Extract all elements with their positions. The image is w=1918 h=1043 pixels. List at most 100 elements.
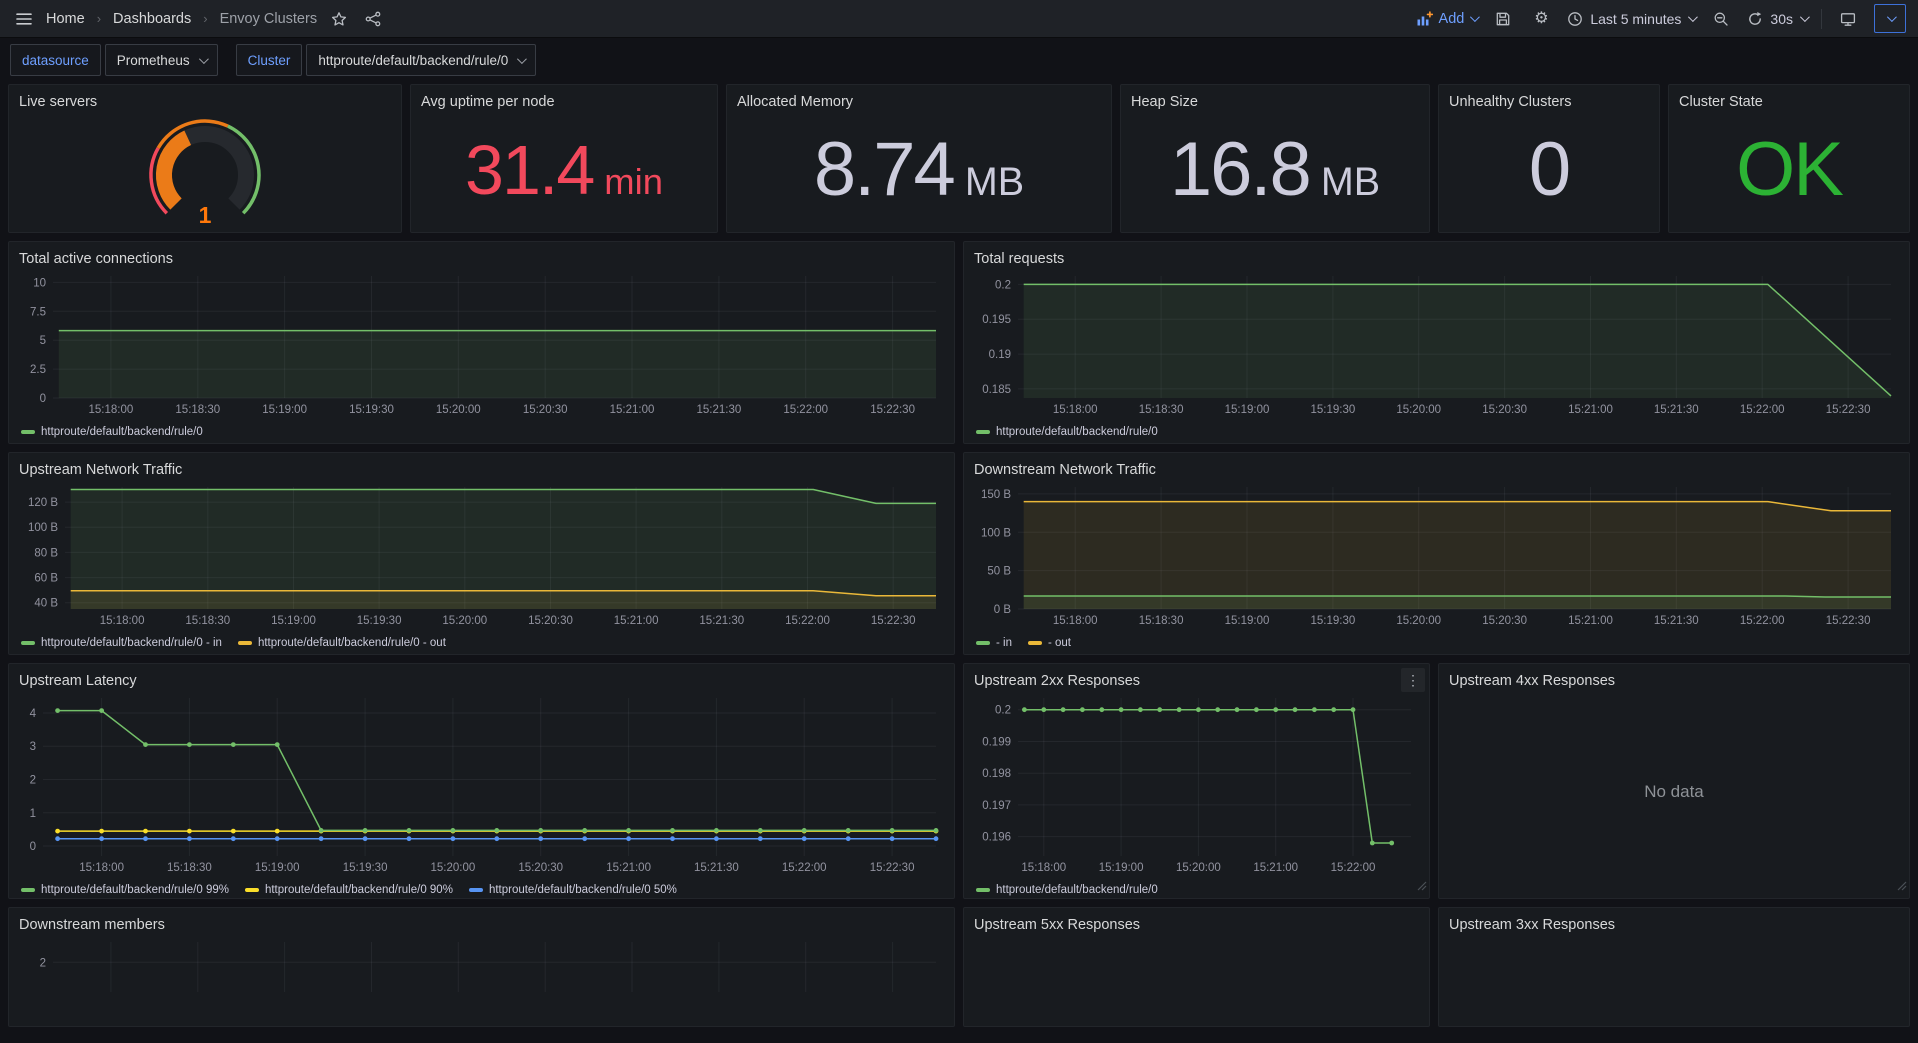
legend-item[interactable]: - in <box>976 637 1012 649</box>
chart-legend: - in - out <box>974 634 1899 649</box>
save-dashboard-icon[interactable] <box>1491 7 1515 31</box>
panel-title[interactable]: Upstream 5xx Responses <box>974 914 1419 936</box>
cluster-variable: Cluster httproute/default/backend/rule/0 <box>236 44 537 76</box>
svg-text:15:19:30: 15:19:30 <box>343 862 388 874</box>
panel-title[interactable]: Cluster State <box>1679 91 1899 113</box>
cluster-label: Cluster <box>236 44 303 76</box>
panel-title[interactable]: Heap Size <box>1131 91 1419 113</box>
svg-text:15:22:30: 15:22:30 <box>871 615 916 627</box>
stat-value: 31.4min <box>465 135 663 205</box>
svg-text:15:21:30: 15:21:30 <box>1654 404 1699 416</box>
dashboard-settings-gear-icon[interactable]: ⚙ <box>1529 7 1553 31</box>
legend-item[interactable]: httproute/default/backend/rule/0 99% <box>21 884 229 896</box>
svg-text:15:18:30: 15:18:30 <box>1139 404 1184 416</box>
time-series-chart[interactable]: 15:18:0015:18:3015:19:0015:19:3015:20:00… <box>19 481 944 634</box>
time-series-chart[interactable]: 15:18:0015:19:0015:20:0015:21:0015:22:00… <box>974 692 1419 881</box>
svg-text:2: 2 <box>30 775 36 787</box>
breadcrumb-separator: › <box>203 11 207 26</box>
chevron-down-icon <box>1886 12 1896 22</box>
svg-text:80 B: 80 B <box>34 547 58 559</box>
filter-bar: datasource Prometheus Cluster httproute/… <box>0 38 1918 76</box>
kiosk-mode-monitor-icon[interactable] <box>1836 7 1860 31</box>
svg-text:15:18:00: 15:18:00 <box>1053 615 1098 627</box>
svg-text:15:19:00: 15:19:00 <box>1225 404 1270 416</box>
add-visualization-icon <box>1416 11 1433 27</box>
svg-text:15:20:30: 15:20:30 <box>518 862 563 874</box>
panel-title[interactable]: Upstream Latency <box>19 670 944 692</box>
favorite-star-icon[interactable] <box>327 7 351 31</box>
panel-title[interactable]: Upstream 2xx Responses <box>974 670 1419 692</box>
panel-menu-kebab-icon[interactable]: ⋮ <box>1401 668 1425 692</box>
svg-text:0.185: 0.185 <box>982 384 1011 396</box>
time-series-chart[interactable]: 15:18:0015:18:3015:19:0015:19:3015:20:00… <box>974 481 1899 634</box>
svg-text:15:20:30: 15:20:30 <box>1482 404 1527 416</box>
time-series-chart[interactable]: 15:18:0015:18:3015:19:0015:19:3015:20:00… <box>19 692 944 881</box>
svg-text:15:21:30: 15:21:30 <box>697 404 742 416</box>
breadcrumb-dashboards[interactable]: Dashboards <box>113 11 191 27</box>
legend-item[interactable]: httproute/default/backend/rule/0 - in <box>21 637 222 649</box>
share-icon[interactable] <box>361 7 385 31</box>
svg-text:15:19:00: 15:19:00 <box>262 404 307 416</box>
legend-item[interactable]: httproute/default/backend/rule/0 50% <box>469 884 677 896</box>
chart-legend: httproute/default/backend/rule/0 <box>974 423 1899 438</box>
panel-resize-handle[interactable] <box>1897 878 1907 896</box>
panel-title[interactable]: Upstream 4xx Responses <box>1449 670 1899 692</box>
datasource-select[interactable]: Prometheus <box>105 44 218 76</box>
svg-text:120 B: 120 B <box>28 497 58 509</box>
svg-text:15:18:30: 15:18:30 <box>1139 615 1184 627</box>
panel-cluster-state: Cluster State OK <box>1668 84 1910 233</box>
menu-icon[interactable] <box>12 7 36 31</box>
panel-upstream-network-traffic: Upstream Network Traffic 15:18:0015:18:3… <box>8 452 955 655</box>
cluster-select[interactable]: httproute/default/backend/rule/0 <box>306 44 536 76</box>
svg-text:7.5: 7.5 <box>30 306 46 318</box>
panel-title[interactable]: Allocated Memory <box>737 91 1101 113</box>
refresh-picker[interactable]: 30s <box>1747 11 1807 27</box>
panel-title[interactable]: Total requests <box>974 248 1899 270</box>
chart-legend: httproute/default/backend/rule/0 <box>19 423 944 438</box>
datasource-variable: datasource Prometheus <box>10 44 218 76</box>
chevron-down-icon <box>1688 12 1698 22</box>
panel-title[interactable]: Avg uptime per node <box>421 91 707 113</box>
panel-title[interactable]: Upstream 3xx Responses <box>1449 914 1899 936</box>
svg-text:15:19:00: 15:19:00 <box>1099 862 1144 874</box>
panel-title[interactable]: Total active connections <box>19 248 944 270</box>
svg-text:15:22:00: 15:22:00 <box>782 862 827 874</box>
svg-text:15:22:30: 15:22:30 <box>1826 404 1871 416</box>
panel-total-requests: Total requests 15:18:0015:18:3015:19:001… <box>963 241 1910 444</box>
legend-item[interactable]: httproute/default/backend/rule/0 - out <box>238 637 446 649</box>
datasource-label: datasource <box>10 44 101 76</box>
time-series-chart[interactable]: 15:18:0015:18:3015:19:0015:19:3015:20:00… <box>974 270 1899 423</box>
legend-item[interactable]: httproute/default/backend/rule/0 <box>976 884 1158 896</box>
dashboard-grid: Live servers 1 Avg uptime per node 31.4m… <box>0 76 1918 1043</box>
svg-text:50 B: 50 B <box>987 566 1011 578</box>
toolbar-collapse-button[interactable] <box>1874 4 1906 33</box>
panel-resize-handle[interactable] <box>1417 878 1427 896</box>
svg-text:15:22:00: 15:22:00 <box>783 404 828 416</box>
chevron-down-icon <box>199 54 209 64</box>
time-series-chart[interactable]: 2 <box>19 936 944 1001</box>
panel-title[interactable]: Upstream Network Traffic <box>19 459 944 481</box>
zoom-out-time-icon[interactable] <box>1709 7 1733 31</box>
legend-item[interactable]: httproute/default/backend/rule/0 <box>976 426 1158 438</box>
breadcrumb-home[interactable]: Home <box>46 11 85 27</box>
svg-text:15:22:00: 15:22:00 <box>1740 615 1785 627</box>
time-series-chart[interactable]: 15:18:0015:18:3015:19:0015:19:3015:20:00… <box>19 270 944 423</box>
panel-title[interactable]: Unhealthy Clusters <box>1449 91 1649 113</box>
panel-title[interactable]: Downstream members <box>19 914 944 936</box>
svg-text:15:20:00: 15:20:00 <box>431 862 476 874</box>
svg-text:4: 4 <box>30 708 37 720</box>
toolbar-divider <box>1821 9 1822 29</box>
add-panel-button[interactable]: Add <box>1416 11 1478 27</box>
panel-title[interactable]: Downstream Network Traffic <box>974 459 1899 481</box>
panel-heap-size: Heap Size 16.8MB <box>1120 84 1430 233</box>
svg-text:15:20:30: 15:20:30 <box>528 615 573 627</box>
legend-item[interactable]: httproute/default/backend/rule/0 <box>21 426 203 438</box>
svg-text:0.2: 0.2 <box>995 279 1011 291</box>
panel-title[interactable]: Live servers <box>19 91 391 113</box>
svg-text:15:21:30: 15:21:30 <box>699 615 744 627</box>
svg-text:15:22:00: 15:22:00 <box>1331 862 1376 874</box>
legend-item[interactable]: - out <box>1028 637 1071 649</box>
panel-allocated-memory: Allocated Memory 8.74MB <box>726 84 1112 233</box>
time-range-picker[interactable]: Last 5 minutes <box>1567 11 1695 27</box>
legend-item[interactable]: httproute/default/backend/rule/0 90% <box>245 884 453 896</box>
